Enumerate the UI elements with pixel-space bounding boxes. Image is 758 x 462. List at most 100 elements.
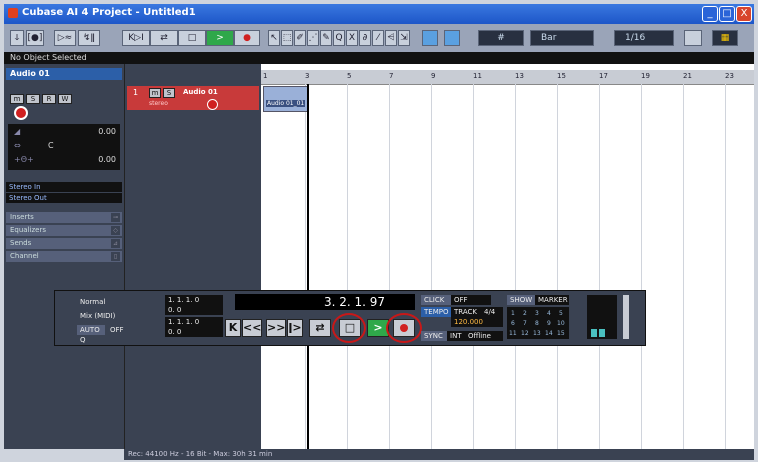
show-markers-label[interactable]: SHOW — [507, 295, 535, 305]
inspector-panel: Audio 01 m S R W ◢ 0.00 ⇔ C +Θ+ 0.00 Ste… — [4, 64, 124, 449]
click-value[interactable]: OFF — [451, 295, 491, 305]
snap-dropdown[interactable]: Bar — [530, 30, 594, 46]
time-signature[interactable]: 4/4 — [481, 307, 503, 317]
mute-tool[interactable]: ∂ — [359, 30, 371, 46]
transport-panel: Normal Mix (MIDI) AUTO Q OFF 1. 1. 1. 0 … — [54, 290, 646, 346]
left-locator[interactable]: 1. 1. 1. 0 — [165, 295, 223, 305]
marker-button[interactable]: 2 — [523, 310, 527, 317]
cycle-button[interactable]: ⇄ — [150, 30, 178, 46]
record-enable-button[interactable] — [14, 106, 28, 120]
mode-selector[interactable]: Normal — [77, 297, 137, 307]
solo-button[interactable]: S — [26, 94, 40, 104]
right-locator-offset[interactable]: 0. 0 — [165, 327, 223, 337]
track-mute-button[interactable]: m — [149, 88, 161, 98]
marker-label: MARKER — [535, 295, 569, 305]
split-tool[interactable]: ✐ — [294, 30, 306, 46]
output-routing[interactable]: Stereo Out — [6, 193, 122, 203]
marker-button[interactable]: 5 — [559, 310, 563, 317]
stop-button[interactable]: □ — [178, 30, 206, 46]
grid-type-dropdown[interactable]: # — [478, 30, 524, 46]
tempo-value[interactable]: 120.000 — [451, 317, 503, 327]
marker-button[interactable]: 3 — [535, 310, 539, 317]
track-mode: stereo — [149, 100, 168, 107]
inspector-track-name[interactable]: Audio 01 — [6, 68, 122, 80]
auto-quantize-label[interactable]: AUTO Q — [77, 325, 105, 344]
object-selection-tool[interactable]: ↖ — [268, 30, 280, 46]
mute-button[interactable]: m — [10, 94, 24, 104]
goto-start-button[interactable]: K▷I — [122, 30, 150, 46]
input-routing[interactable]: Stereo In — [6, 182, 122, 192]
toolbar-button[interactable]: ↆ — [10, 30, 24, 46]
section-equalizers[interactable]: Equalizers ◇ — [6, 225, 122, 236]
scrub-tool[interactable]: ⇲ — [398, 30, 410, 46]
left-locator-offset[interactable]: 0. 0 — [165, 305, 223, 315]
track-row[interactable]: 1 m S Audio 01 stereo — [127, 86, 259, 110]
master-fader[interactable] — [623, 295, 629, 339]
ruler[interactable]: 1 3 5 7 9 11 13 15 17 19 21 23 — [261, 70, 754, 85]
autoscroll-button[interactable] — [422, 30, 438, 46]
tempo-label[interactable]: TEMPO — [421, 307, 451, 317]
sync-status: Offline — [465, 331, 503, 341]
project-window[interactable]: 1 3 5 7 9 11 13 15 17 19 21 23 Audio 01_… — [261, 64, 754, 449]
auto-quantize-value[interactable]: OFF — [107, 325, 137, 335]
section-channel[interactable]: Channel ▯ — [6, 251, 122, 262]
marker-button[interactable]: 15 — [557, 330, 565, 337]
marker-button[interactable]: 10 — [557, 320, 565, 327]
click-label[interactable]: CLICK — [421, 295, 451, 305]
project-cursor[interactable] — [307, 84, 309, 449]
volume-icon: ◢ — [14, 127, 21, 136]
draw-tool[interactable]: ✎ — [320, 30, 332, 46]
snap-toggle-button[interactable] — [444, 30, 460, 46]
right-locator[interactable]: 1. 1. 1. 0 — [165, 317, 223, 327]
color-dropdown[interactable]: ▦ — [712, 30, 738, 46]
pan-value[interactable]: C — [48, 141, 54, 150]
erase-tool[interactable]: X — [346, 30, 358, 46]
sync-label[interactable]: SYNC — [421, 331, 447, 341]
marker-button[interactable]: 9 — [547, 320, 551, 327]
marker-button[interactable]: 11 — [509, 330, 517, 337]
marker-button[interactable]: 12 — [521, 330, 529, 337]
position-display[interactable]: 3. 2. 1. 97 — [235, 294, 415, 310]
ruler-bar: 17 — [599, 72, 608, 80]
audio-event[interactable]: Audio 01_01 — [263, 86, 309, 112]
glue-tool[interactable]: ⋰ — [307, 30, 319, 46]
track-name[interactable]: Audio 01 — [183, 88, 218, 96]
section-sends[interactable]: Sends ⊿ — [6, 238, 122, 249]
delay-value[interactable]: 0.00 — [98, 155, 116, 164]
play-button[interactable]: > — [206, 30, 234, 46]
range-tool[interactable]: ⬚ — [281, 30, 293, 46]
sync-source[interactable]: INT — [447, 331, 465, 341]
track-solo-button[interactable]: S — [163, 88, 175, 98]
forward-button[interactable]: >> — [266, 319, 286, 337]
volume-value[interactable]: 0.00 — [98, 127, 116, 136]
read-button[interactable]: R — [42, 94, 56, 104]
write-button[interactable]: W — [58, 94, 72, 104]
marker-button[interactable]: 8 — [535, 320, 539, 327]
line-tool[interactable]: ⁄ — [372, 30, 384, 46]
marker-button[interactable]: 4 — [547, 310, 551, 317]
marker-button[interactable]: 13 — [533, 330, 541, 337]
maximize-button[interactable]: □ — [719, 6, 735, 22]
goto-end-button[interactable]: ǀ> — [287, 319, 303, 337]
marker-button[interactable]: 6 — [511, 320, 515, 327]
rewind-button[interactable]: << — [242, 319, 262, 337]
mix-selector[interactable]: Mix (MIDI) — [77, 311, 137, 321]
section-inserts[interactable]: Inserts ⊸ — [6, 212, 122, 223]
toolbar-button[interactable]: ▷≈ — [54, 30, 76, 46]
transport-cycle-button[interactable]: ⇄ — [309, 319, 331, 337]
track-record-button[interactable] — [207, 99, 218, 110]
toolbar-button[interactable]: [●] — [26, 30, 44, 46]
marker-button[interactable]: 1 — [511, 310, 515, 317]
close-button[interactable]: X — [736, 6, 752, 22]
play-tool[interactable]: ⩤ — [385, 30, 397, 46]
ruler-bar: 21 — [683, 72, 692, 80]
marker-button[interactable]: 14 — [545, 330, 553, 337]
zoom-tool[interactable]: Q — [333, 30, 345, 46]
snap-to-zero-button[interactable] — [684, 30, 702, 46]
quantize-dropdown[interactable]: 1/16 — [614, 30, 674, 46]
marker-button[interactable]: 7 — [523, 320, 527, 327]
minimize-button[interactable]: _ — [702, 6, 718, 22]
transport-goto-start-button[interactable]: K — [225, 319, 241, 337]
record-button[interactable]: ● — [234, 30, 260, 46]
toolbar-button[interactable]: ↯ǁ — [78, 30, 100, 46]
